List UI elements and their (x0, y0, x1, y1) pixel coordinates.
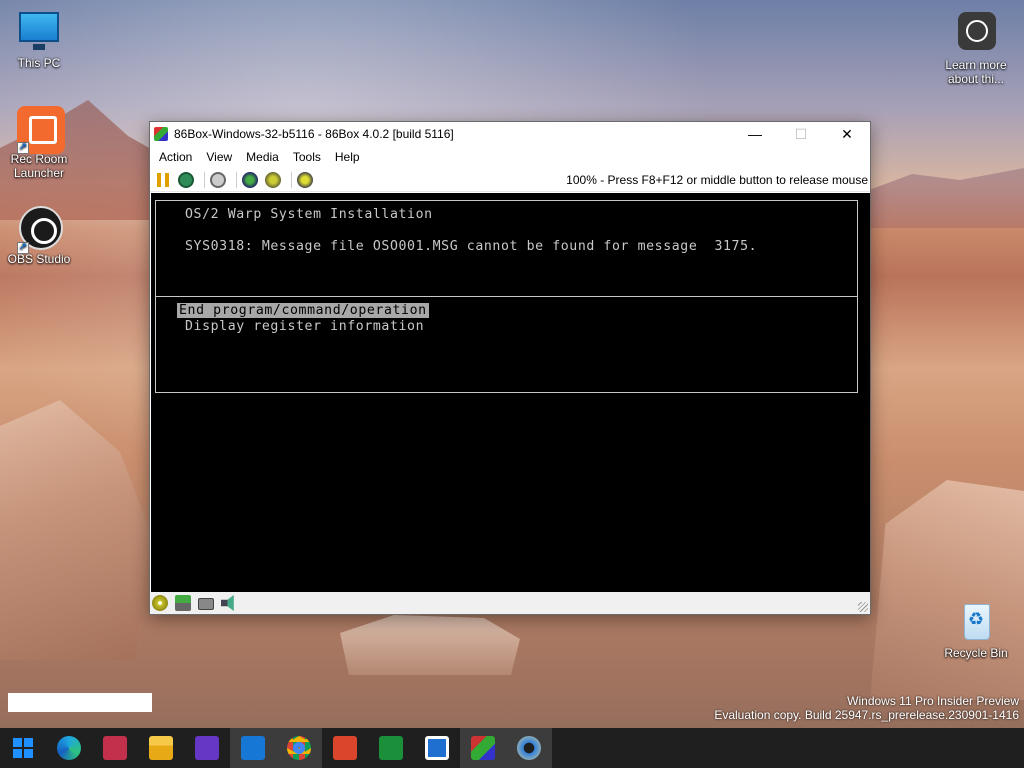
app-icon (241, 736, 265, 760)
taskbar-news[interactable] (92, 728, 138, 768)
menu-action[interactable]: Action (152, 150, 199, 164)
menu-tools[interactable]: Tools (286, 150, 328, 164)
emulator-screen[interactable]: OS/2 Warp System Installation SYS0318: M… (151, 193, 870, 594)
desktop-icon-label: Learn more about thi... (945, 58, 1007, 86)
recycle-bin-icon (954, 600, 998, 644)
pause-icon (157, 172, 169, 187)
app-icon (333, 736, 357, 760)
edge-icon (57, 736, 81, 760)
wallpaper-rock (340, 615, 520, 675)
watermark-edition: Windows 11 Pro Insider Preview (847, 694, 1019, 708)
gear-icon (517, 736, 541, 760)
power-icon (210, 171, 226, 188)
news-icon (103, 736, 127, 760)
calculator-icon (379, 736, 403, 760)
toolbar: 100% - Press F8+F12 or middle button to … (150, 168, 870, 192)
status-bar (150, 592, 870, 614)
wallpaper-rock (0, 400, 150, 660)
desktop-icon-label: Recycle Bin (944, 646, 1008, 660)
86box-icon (471, 736, 495, 760)
start-button[interactable] (0, 728, 46, 768)
title-bar[interactable]: 86Box-Windows-32-b5116 - 86Box 4.0.2 [bu… (150, 122, 870, 146)
taskbar-file-explorer[interactable] (138, 728, 184, 768)
chrome-icon (287, 736, 311, 760)
taskbar-calculator[interactable] (368, 728, 414, 768)
desktop-icon-label: Rec Room Launcher (10, 152, 68, 180)
obs-icon: ↗ (17, 206, 63, 254)
cdrom-icon[interactable] (152, 595, 168, 611)
desktop-icon-label: This PC (17, 56, 61, 70)
folder-icon (149, 736, 173, 760)
taskbar-app-blue[interactable] (230, 728, 276, 768)
error-message: SYS0318: Message file OSO001.MSG cannot … (185, 239, 758, 254)
close-button[interactable]: ✕ (824, 122, 870, 146)
desktop-icon-rec-room[interactable]: ↗ Rec Room Launcher (1, 106, 77, 180)
dialog-title: OS/2 Warp System Installation (185, 207, 433, 222)
taskbar-edge-beta[interactable] (46, 728, 92, 768)
taskbar-chrome[interactable] (276, 728, 322, 768)
emulator-window: 86Box-Windows-32-b5116 - 86Box 4.0.2 [bu… (149, 121, 871, 615)
desktop-icon-obs[interactable]: ↗ OBS Studio (1, 206, 77, 266)
photos-icon (425, 736, 449, 760)
dialog-divider (156, 296, 857, 297)
wallpaper-mountain (864, 168, 1024, 228)
ctrl-alt-esc-button[interactable] (264, 171, 282, 189)
taskbar (0, 728, 1024, 768)
desktop-icon-label: OBS Studio (7, 252, 71, 266)
option-display-register[interactable]: Display register information (185, 319, 424, 334)
window-title: 86Box-Windows-32-b5116 - 86Box 4.0.2 [bu… (174, 127, 454, 141)
network-icon[interactable] (175, 595, 191, 611)
ctrl-alt-del-icon (242, 171, 258, 188)
taskbar-settings[interactable] (506, 728, 552, 768)
hard-disk-icon[interactable] (198, 598, 214, 610)
settings-button[interactable] (296, 171, 314, 189)
86box-icon (154, 127, 168, 141)
spotlight-icon (954, 12, 998, 56)
rec-room-icon: ↗ (17, 106, 65, 154)
taskbar-photos[interactable] (414, 728, 460, 768)
app-icon (195, 736, 219, 760)
taskbar-86box[interactable] (460, 728, 506, 768)
resize-grip[interactable] (858, 602, 868, 612)
maximize-button[interactable]: ☐ (778, 122, 824, 146)
dialog-box: OS/2 Warp System Installation SYS0318: M… (155, 200, 858, 393)
toolbar-separator (204, 171, 205, 188)
ctrl-alt-esc-icon (265, 171, 281, 188)
power-button[interactable] (209, 171, 227, 189)
menu-media[interactable]: Media (239, 150, 286, 164)
blank-overlay (8, 693, 152, 712)
option-end-program[interactable]: End program/command/operation (177, 303, 429, 318)
windows-logo-icon (13, 738, 33, 758)
wallpaper-rock (870, 480, 1024, 700)
reset-icon (178, 171, 194, 188)
toolbar-separator (291, 171, 292, 188)
reset-button[interactable] (177, 171, 195, 189)
taskbar-app-orange[interactable] (322, 728, 368, 768)
settings-icon (297, 171, 313, 188)
desktop-icon-learn-more[interactable]: Learn more about thi... (936, 12, 1016, 86)
desktop-icon-this-pc[interactable]: This PC (1, 10, 77, 70)
taskbar-app-purple[interactable] (184, 728, 230, 768)
pause-button[interactable] (154, 171, 172, 189)
watermark-build: Evaluation copy. Build 25947.rs_prerelea… (714, 708, 1019, 722)
desktop-icon-recycle-bin[interactable]: Recycle Bin (936, 600, 1016, 660)
toolbar-separator (236, 171, 237, 188)
minimize-button[interactable]: — (732, 122, 778, 146)
menu-view[interactable]: View (199, 150, 239, 164)
sound-icon[interactable] (221, 595, 234, 611)
computer-icon (17, 10, 61, 54)
ctrl-alt-del-button[interactable] (241, 171, 259, 189)
menu-help[interactable]: Help (328, 150, 367, 164)
windows-watermark: Windows 11 Pro Insider Preview Evaluatio… (714, 694, 1019, 722)
mouse-status-text: 100% - Press F8+F12 or middle button to … (566, 172, 868, 187)
menu-bar: Action View Media Tools Help (150, 146, 870, 168)
